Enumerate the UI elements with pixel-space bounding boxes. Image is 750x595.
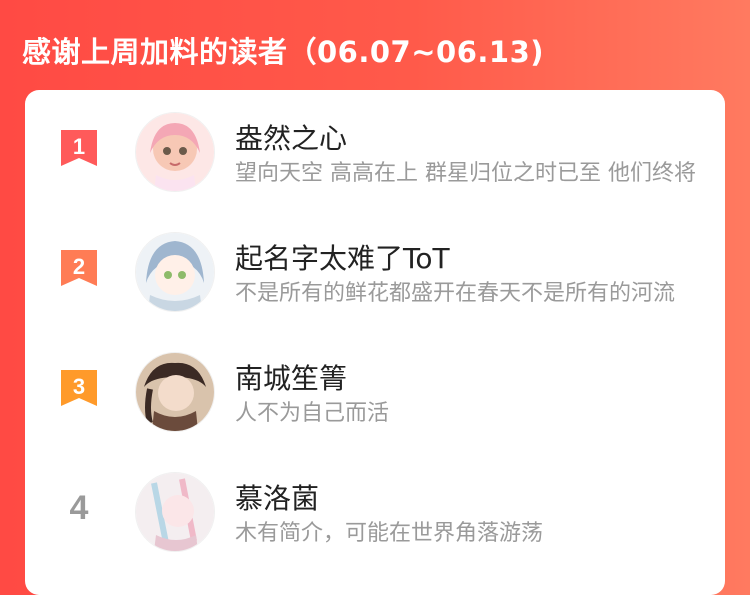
page-title: 感谢上周加料的读者（06.07~06.13)	[22, 35, 545, 69]
reader-bio: 木有简介，可能在世界角落游荡	[235, 521, 544, 546]
rank-number: 3	[72, 374, 86, 399]
list-item[interactable]: 1 盎然之心 望向天空 高高在上 群星归位之时已至 他们终将回归	[25, 90, 725, 200]
rank-number: 1	[72, 134, 86, 159]
rank-badge-2: 2	[59, 250, 99, 286]
reader-name: 起名字太难了ToT	[235, 242, 450, 275]
list-item[interactable]: 2 起名字太难了ToT 不是所有的鲜花都盛开在春天不是所有的河流	[25, 210, 725, 320]
avatar[interactable]	[135, 112, 215, 192]
list-item[interactable]: 4 慕洛菌 木有简介，可能在世界角落游荡	[25, 450, 725, 560]
reader-bio: 人不为自己而活	[235, 401, 390, 426]
reader-list-card: 1 盎然之心 望向天空 高高在上 群星归位之时已至 他们终将回归 2 起名字太难…	[25, 90, 725, 595]
rank-badge-1: 1	[59, 130, 99, 166]
list-item[interactable]: 3 南城笙箐 人不为自己而活	[25, 330, 725, 440]
avatar[interactable]	[135, 472, 215, 552]
rank-badge-3: 3	[59, 370, 99, 406]
rank-number: 4	[69, 489, 89, 527]
reader-name: 南城笙箐	[235, 362, 348, 395]
avatar[interactable]	[135, 352, 215, 432]
reader-name: 慕洛菌	[235, 482, 320, 515]
rank-number: 2	[72, 254, 86, 279]
avatar[interactable]	[135, 232, 215, 312]
reader-bio: 望向天空 高高在上 群星归位之时已至 他们终将回归	[235, 161, 695, 186]
reader-name: 盎然之心	[235, 122, 348, 155]
reader-bio: 不是所有的鲜花都盛开在春天不是所有的河流	[235, 281, 676, 306]
